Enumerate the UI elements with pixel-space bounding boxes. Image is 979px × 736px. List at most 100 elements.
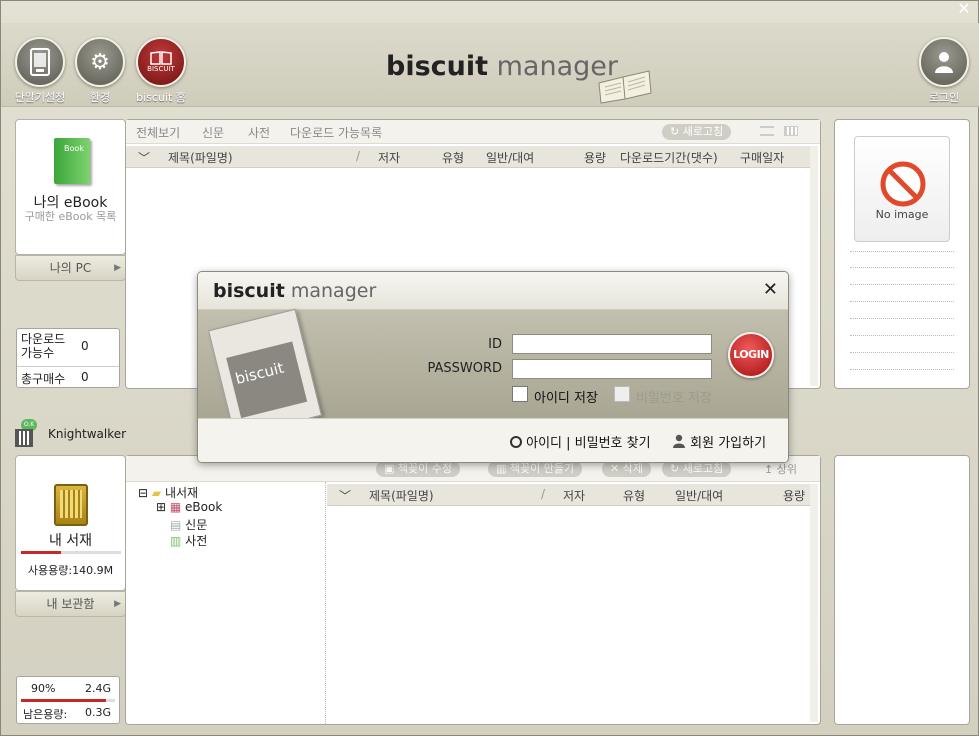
sort-chevron-icon[interactable]: ﹀	[138, 149, 150, 166]
device-body-icon	[15, 429, 33, 447]
meta-line	[850, 251, 954, 252]
library-header-row: ﹀ 제목(파일명) / 저자 유형 일반/대여 용량	[327, 484, 812, 506]
save-password-checkbox[interactable]	[614, 386, 630, 402]
up-button[interactable]: ↥ 상위	[764, 461, 797, 477]
save-id-label: 아이디 저장	[534, 391, 598, 406]
create-shelf-button[interactable]: ▥ 책꽂이 만들기	[488, 461, 583, 477]
signup-link[interactable]: 회원 가입하기	[672, 432, 766, 451]
dialog-brand-bold: biscuit	[213, 280, 285, 302]
usage-bar	[21, 551, 121, 554]
total-purchase-value: 0	[81, 370, 89, 384]
meta-line	[850, 267, 954, 268]
col-size[interactable]: 용량	[783, 487, 805, 504]
biscuit-home-label: biscuit 홈	[136, 91, 186, 104]
tab-all[interactable]: 전체보기	[136, 124, 180, 141]
col-title[interactable]: 제목(파일명)	[369, 487, 434, 504]
tab-dictionary[interactable]: 사전	[248, 124, 270, 141]
person-icon	[673, 434, 685, 448]
col-author[interactable]: 저자	[563, 487, 585, 504]
download-info-box: 다운로드 가능수 0 총구매수 0	[16, 328, 120, 388]
id-input[interactable]	[512, 334, 712, 354]
store-scrollbar[interactable]	[810, 146, 818, 386]
tab-downloadable[interactable]: 다운로드 가능목록	[290, 124, 382, 141]
find-account-label: 아이디 | 비밀번호 찾기	[526, 436, 651, 451]
my-storage-tab[interactable]: 내 보관함 ▶	[15, 591, 126, 617]
meta-line	[850, 318, 954, 319]
password-input[interactable]	[512, 359, 712, 379]
sort-chevron-icon[interactable]: ﹀	[339, 487, 351, 504]
my-library-card[interactable]: 내 서재 사용용량:140.9M	[15, 455, 126, 591]
tree-root[interactable]: ⊟ ▰ 내서재	[138, 484, 198, 501]
library-refresh-label: 새로고침	[682, 462, 724, 475]
list-view-icon[interactable]	[760, 126, 774, 136]
settings-button[interactable]: ⚙ 환경	[69, 37, 131, 105]
col-rental[interactable]: 일반/대여	[675, 487, 723, 504]
no-image-label: No image	[875, 208, 929, 221]
biscuit-home-button[interactable]: BISCUIT biscuit 홈	[130, 37, 192, 105]
my-ebook-subtitle: 구매한 eBook 목록	[24, 210, 117, 223]
tree-item-newspaper[interactable]: ▤ 신문	[170, 516, 207, 533]
library-panel: ▣ 책꽂이 수정 ▥ 책꽂이 만들기 ✕ 삭제 ↻ 새로고침 ↥ 상위 ⊟ ▰ …	[125, 455, 821, 725]
dictionary-icon: ▥	[170, 534, 182, 548]
library-refresh-button[interactable]: ↻ 새로고침	[662, 461, 732, 477]
window-close-button[interactable]: ✕	[954, 1, 974, 17]
download-available-label-line1: 다운로드	[21, 332, 66, 346]
delete-button[interactable]: ✕ 삭제	[602, 461, 651, 477]
my-pc-tab[interactable]: 나의 PC ▶	[15, 255, 126, 281]
login-label: 로그인	[928, 91, 960, 104]
col-type[interactable]: 유형	[623, 487, 645, 504]
grid-view-icon[interactable]	[784, 126, 798, 136]
edit-shelf-button[interactable]: ▣ 책꽂이 수정	[376, 461, 460, 477]
col-rental[interactable]: 일반/대여	[486, 149, 534, 166]
save-id-checkbox[interactable]	[512, 386, 528, 402]
top-toolbar: 단말기설정 ⚙ 환경 BISCUIT biscuit 홈 biscuit man…	[1, 23, 979, 107]
login-dialog-header: biscuit manager ✕	[198, 272, 788, 310]
col-title[interactable]: 제목(파일명)	[168, 149, 233, 166]
col-author[interactable]: 저자	[378, 149, 400, 166]
tree-item-dictionary[interactable]: ▥ 사전	[170, 532, 207, 549]
remaining-label: 남은용량:	[23, 708, 68, 721]
login-dialog: biscuit manager ✕ biscuit ID PASSWORD LO…	[197, 271, 789, 463]
my-ebook-card[interactable]: Book 나의 eBook 구매한 eBook 목록	[15, 119, 126, 255]
chevron-right-icon: ▶	[114, 599, 121, 609]
edit-shelf-label: 책꽂이 수정	[397, 462, 452, 475]
library-tree: ⊟ ▰ 내서재 ⊞ ▦ eBook ▤ 신문 ▥ 사전	[126, 482, 326, 724]
col-download-period[interactable]: 다운로드기간(댓수)	[620, 149, 718, 166]
download-available-label-line2: 가능수	[21, 346, 55, 360]
col-type[interactable]: 유형	[442, 149, 464, 166]
login-dialog-footer: 아이디 | 비밀번호 찾기 회원 가입하기	[198, 418, 788, 462]
sd-card-icon	[54, 484, 88, 526]
meta-line	[850, 352, 954, 353]
biscuit-badge: BISCUIT	[147, 65, 175, 73]
tab-newspaper[interactable]: 신문	[202, 124, 224, 141]
meta-line	[850, 284, 954, 285]
brand-bold: biscuit	[386, 51, 489, 82]
library-scrollbar[interactable]	[810, 484, 818, 722]
col-purchase-date[interactable]: 구매일자	[740, 149, 784, 166]
login-button[interactable]: LOGIN	[728, 332, 774, 378]
total-purchase-label: 총구매수	[21, 372, 66, 386]
storage-percent: 90%	[31, 682, 56, 695]
save-password-label: 비밀번호 저장	[636, 391, 712, 406]
login-dialog-brand: biscuit manager	[213, 280, 376, 302]
store-tabs: 전체보기 신문 사전 다운로드 가능목록 ↻ 새로고침	[126, 120, 820, 144]
store-refresh-button[interactable]: ↻ 새로고침	[662, 124, 732, 140]
tree-item-ebook[interactable]: ⊞ ▦ eBook	[156, 500, 222, 514]
tree-ebook-label: eBook	[185, 500, 223, 514]
gear-icon: ⚙	[75, 37, 125, 87]
signup-label: 회원 가입하기	[690, 436, 767, 451]
create-shelf-label: 책꽂이 만들기	[509, 462, 575, 475]
find-account-link[interactable]: 아이디 | 비밀번호 찾기	[510, 432, 651, 451]
storage-bar-fill	[21, 699, 106, 702]
login-toolbar-button[interactable]: 로그인	[913, 37, 975, 105]
download-available-value: 0	[81, 339, 89, 353]
dialog-close-button[interactable]: ✕	[763, 279, 778, 300]
meta-line	[850, 335, 954, 336]
col-size[interactable]: 용량	[584, 149, 606, 166]
newspaper-icon: ▤	[170, 518, 182, 532]
tree-dictionary-label: 사전	[185, 534, 208, 548]
device-settings-button[interactable]: 단말기설정	[9, 37, 71, 105]
storage-total: 2.4G	[84, 682, 111, 695]
col-divider-icon: /	[356, 149, 361, 163]
ereader-screen: biscuit	[226, 341, 308, 419]
